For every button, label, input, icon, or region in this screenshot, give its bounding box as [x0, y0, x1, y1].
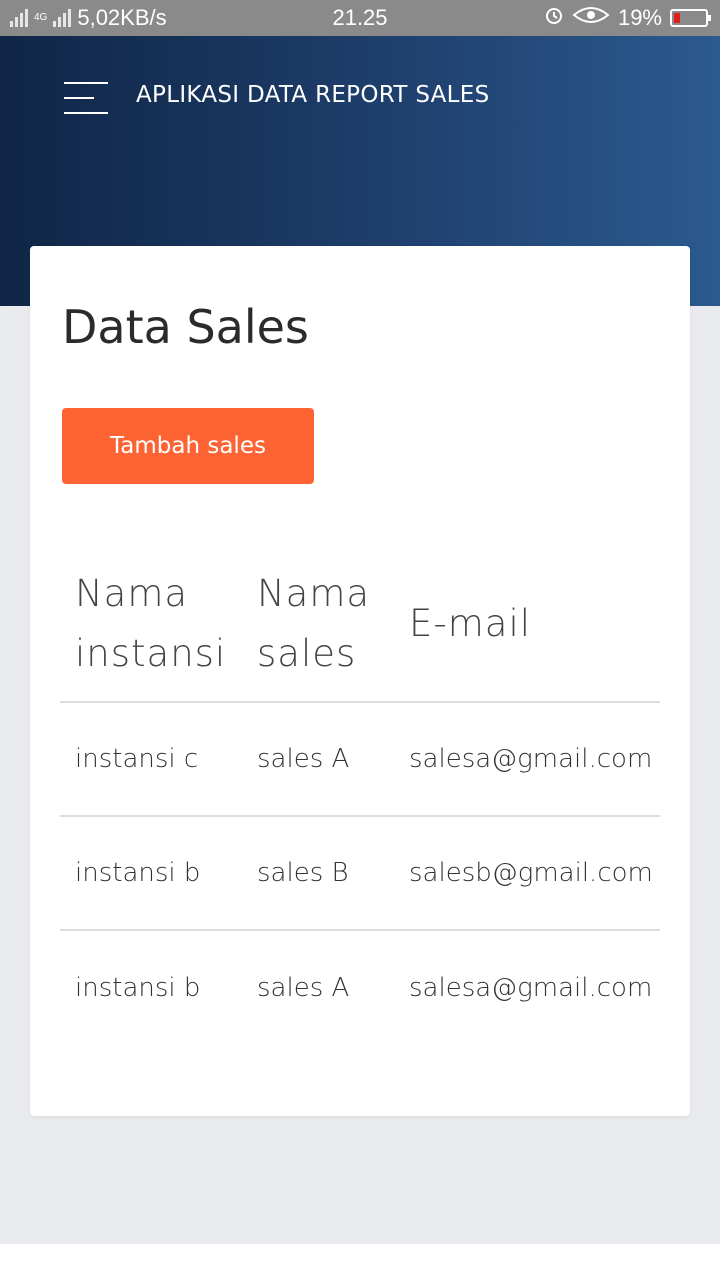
cell-email: salesb@gmail.com	[394, 816, 660, 931]
hamburger-menu-icon[interactable]	[64, 82, 108, 116]
sales-table-container[interactable]: Nama instansi Nama sales E-mail instansi…	[60, 546, 660, 1044]
table-header-row: Nama instansi Nama sales E-mail	[60, 546, 660, 703]
table-row: instansi b sales A salesa@gmail.com	[60, 930, 660, 1044]
status-bar: 4G 5,02KB/s 21.25 19%	[0, 0, 720, 36]
cell-sales: sales A	[242, 702, 394, 817]
cell-instansi: instansi b	[75, 972, 201, 1003]
status-right: 19%	[544, 5, 711, 31]
data-sales-card: Data Sales Tambah sales Nama instansi Na…	[30, 246, 690, 1116]
cell-instansi: instansi c	[60, 702, 242, 817]
eye-icon	[572, 5, 610, 31]
table-row: instansi c sales A salesa@gmail.com	[60, 702, 660, 817]
page-title: Data Sales	[62, 300, 309, 354]
alarm-icon	[544, 5, 564, 31]
bottom-strip	[0, 1244, 720, 1280]
battery-percent: 19%	[617, 5, 662, 30]
cell-instansi: instansi b	[60, 816, 242, 931]
battery-icon	[670, 9, 711, 27]
cell-sales: sales B	[242, 816, 394, 931]
cell-sales: sales A	[257, 972, 350, 1003]
battery-level	[674, 13, 680, 23]
add-sales-button[interactable]: Tambah sales	[62, 408, 314, 484]
cell-email: salesa@gmail.com	[409, 972, 653, 1003]
app-title: APLIKASI DATA REPORT SALES	[136, 82, 490, 108]
column-header-nama-instansi: Nama instansi	[60, 546, 242, 703]
table-row: instansi b sales B salesb@gmail.com	[60, 816, 660, 931]
column-header-nama-sales: Nama sales	[242, 546, 394, 703]
sales-table: Nama instansi Nama sales E-mail instansi…	[60, 546, 660, 1044]
column-header-email: E-mail	[394, 546, 660, 703]
cell-email: salesa@gmail.com	[394, 702, 660, 817]
